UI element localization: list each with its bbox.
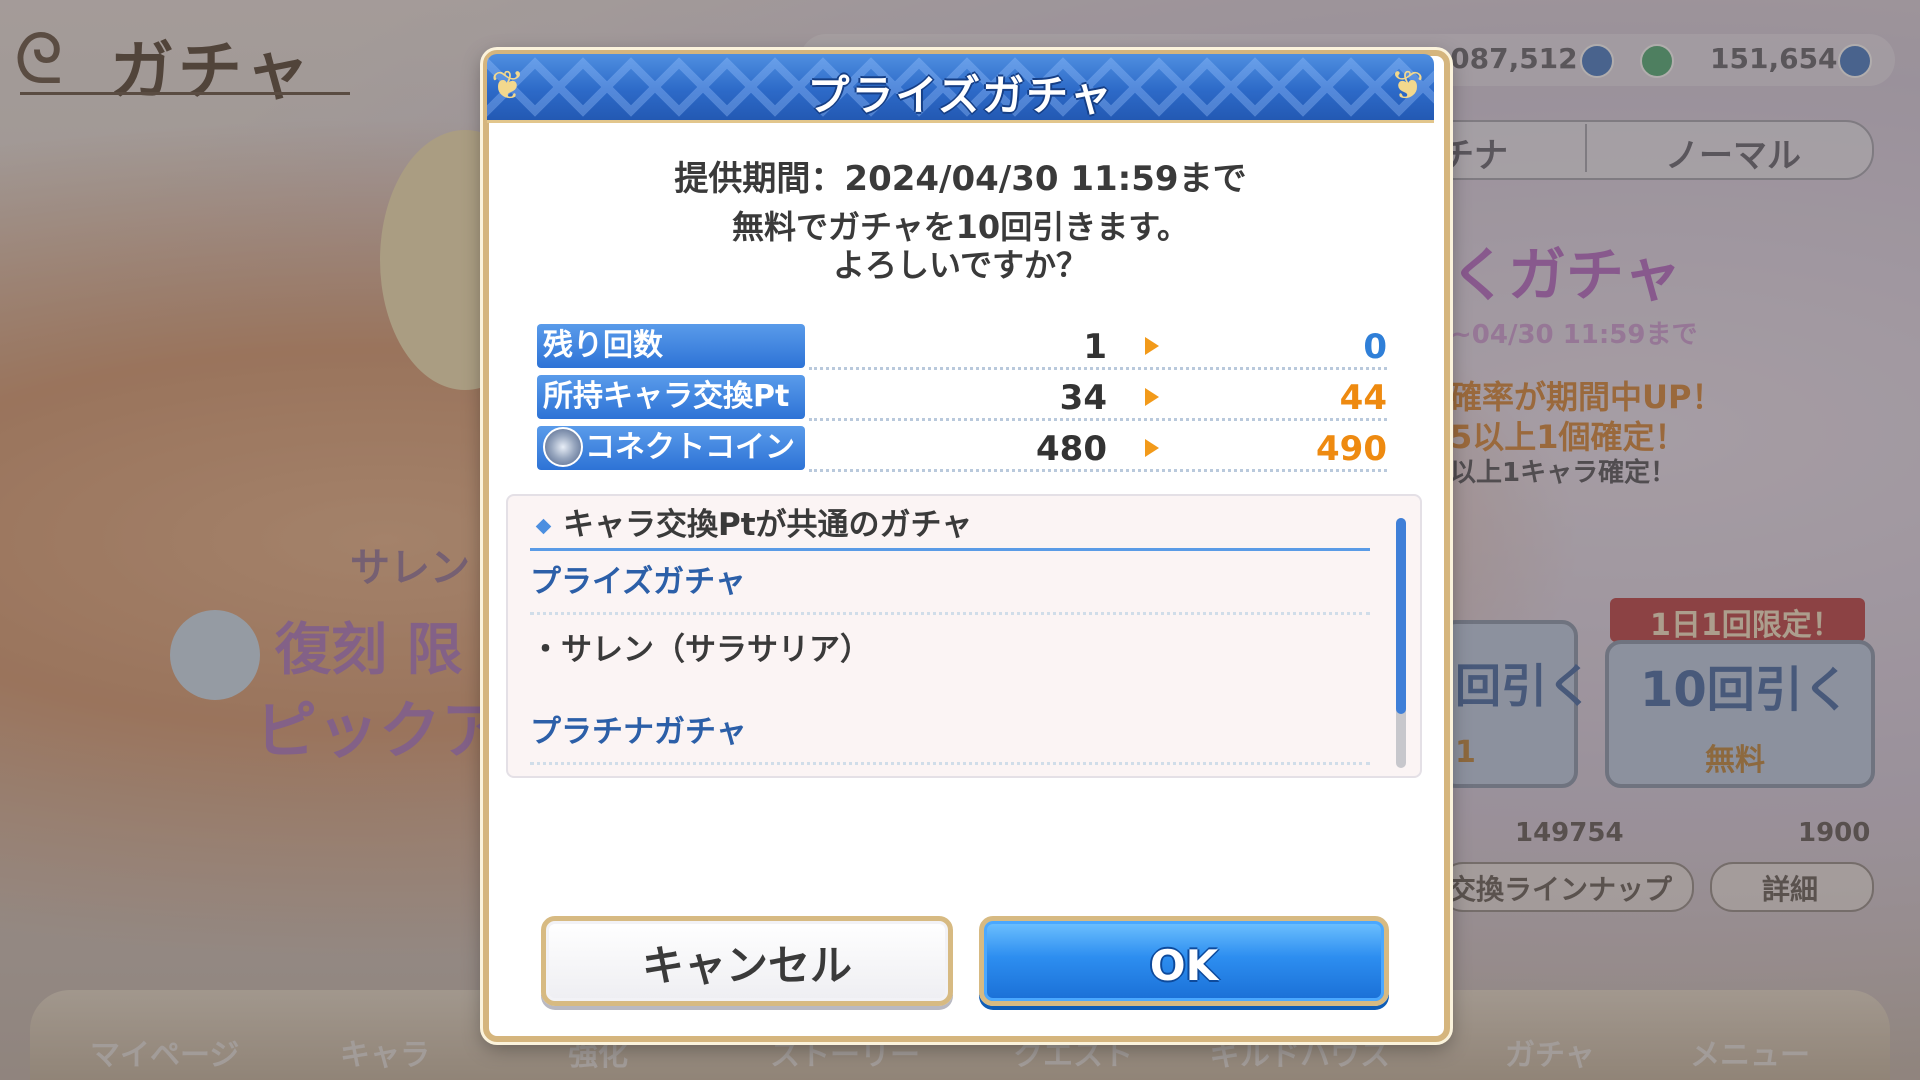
- connect-coin-icon: [543, 426, 583, 467]
- confirm-line-2: よろしいですか？: [832, 246, 1089, 284]
- stat-to-value: 490: [1316, 429, 1387, 469]
- cancel-button[interactable]: キャンセル: [541, 916, 953, 1006]
- stat-from-value: 480: [1036, 429, 1107, 469]
- confirm-message: 無料でガチャを10回引きます。 よろしいですか？: [489, 208, 1432, 284]
- list-item-saren: ・サレン（サラサリア）: [530, 632, 871, 668]
- dialog-title: プライズガチャ: [807, 71, 1114, 120]
- confirm-line-1: 無料でガチャを10回引きます。: [731, 208, 1189, 246]
- prize-gacha-dialog: ❦ ❦ プライズガチャ 提供期間：2024/04/30 11:59まで 無料でガ…: [483, 50, 1450, 1042]
- stat-to-value: 0: [1363, 327, 1387, 367]
- list-item-platinum-gacha: プラチナガチャ: [530, 702, 1370, 765]
- list-scroll-thumb[interactable]: [1396, 518, 1406, 714]
- stat-row-connect-coin: コネクトコイン 480 490: [537, 426, 1387, 472]
- stat-from-value: 34: [1059, 378, 1107, 418]
- stat-label-coin: コネクトコイン: [537, 426, 805, 470]
- dialog-header: ❦ ❦ プライズガチャ: [487, 54, 1434, 123]
- stat-label: 所持キャラ交換Pt: [537, 375, 805, 419]
- shared-gacha-list[interactable]: キャラ交換Ptが共通のガチャ プライズガチャ ・サレン（サラサリア） プラチナガ…: [506, 494, 1422, 778]
- stat-to-value: 44: [1339, 378, 1387, 418]
- arrow-right-icon: [1145, 337, 1159, 355]
- stat-label-text: コネクトコイン: [585, 430, 795, 465]
- stat-row-exchange-pt: 所持キャラ交換Pt 34 44: [537, 375, 1387, 421]
- arrow-right-icon: [1145, 439, 1159, 457]
- arrow-right-icon: [1145, 388, 1159, 406]
- list-item-prize-gacha: プライズガチャ: [530, 552, 1370, 615]
- diamond-bullet-icon: [535, 518, 552, 535]
- offer-period: 提供期間：2024/04/30 11:59まで: [674, 159, 1247, 199]
- ok-button[interactable]: OK: [979, 916, 1389, 1006]
- stat-from-value: 1: [1083, 327, 1107, 367]
- stat-row-remaining: 残り回数 1 0: [537, 324, 1387, 370]
- list-heading-text: キャラ交換Ptが共通のガチャ: [563, 507, 973, 543]
- stat-label: 残り回数: [537, 324, 805, 368]
- list-heading: キャラ交換Ptが共通のガチャ: [530, 500, 1370, 551]
